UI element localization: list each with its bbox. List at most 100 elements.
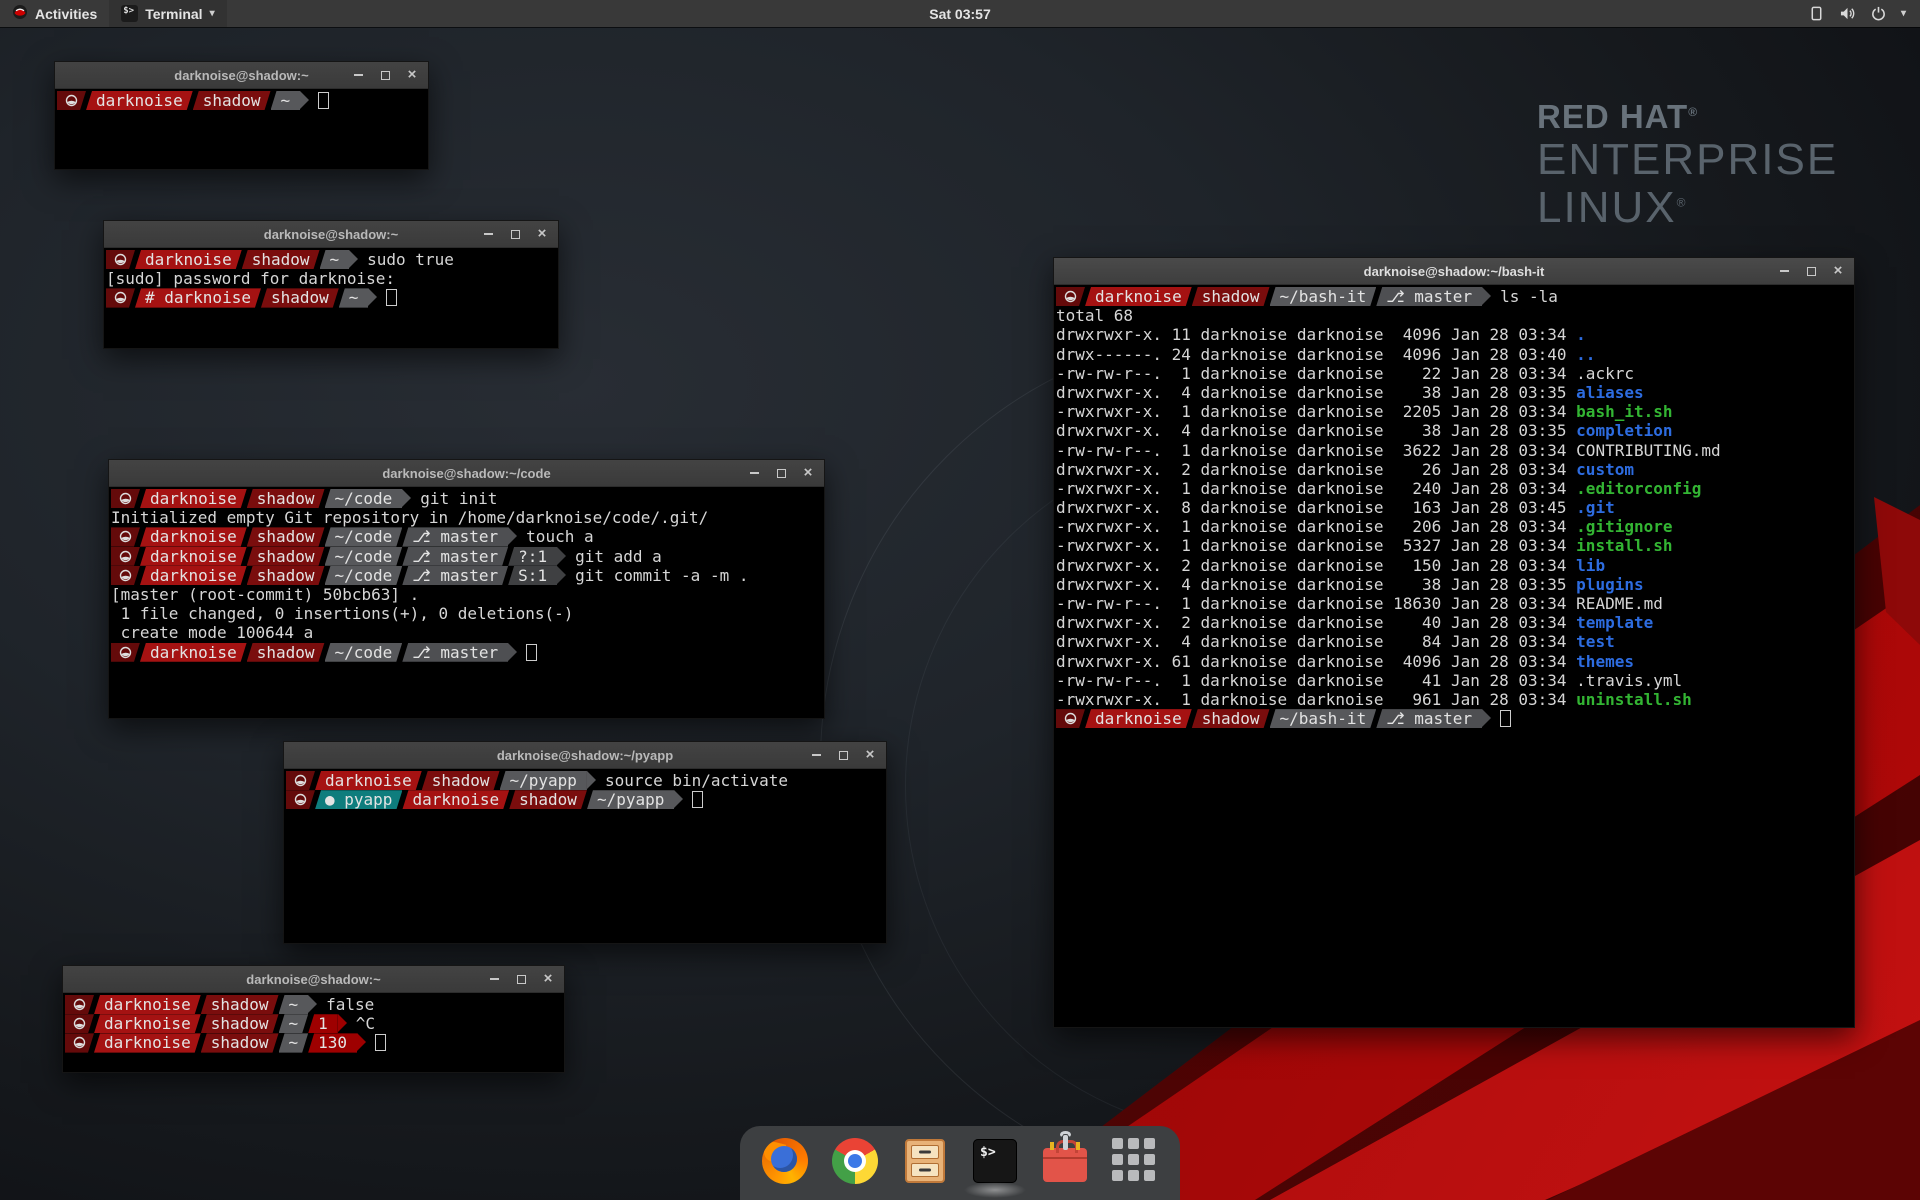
file-name: plugins — [1576, 575, 1643, 594]
minimize-button[interactable] — [352, 69, 364, 81]
minimize-button[interactable] — [488, 973, 500, 985]
clock[interactable]: Sat 03:57 — [929, 6, 990, 22]
prompt-git-branch-segment: ⎇ master — [402, 527, 508, 546]
terminal-prompt-line: darknoiseshadow~ — [57, 91, 426, 110]
prompt-user-segment: darknoise — [140, 527, 247, 546]
app-menu-terminal[interactable]: $> Terminal ▾ — [109, 0, 226, 27]
dock-item-terminal[interactable]: $> — [972, 1138, 1018, 1184]
prompt-host-segment: shadow — [261, 288, 339, 307]
close-button[interactable]: × — [802, 467, 814, 479]
prompt-host-segment: shadow — [201, 1033, 279, 1052]
file-name: .ackrc — [1576, 364, 1634, 383]
window-titlebar[interactable]: darknoise@shadow:~× — [104, 221, 558, 248]
prompt-user-segment: darknoise — [94, 995, 201, 1014]
activities-button[interactable]: Activities — [0, 0, 109, 27]
maximize-button[interactable] — [1805, 265, 1817, 277]
terminal-content[interactable]: darknoiseshadow~/bash-it⎇ masterls -lato… — [1054, 285, 1854, 728]
dock-item-files[interactable] — [902, 1138, 948, 1184]
file-meta: -rwxrwxr-x. 1 darknoise darknoise 2205 J… — [1056, 402, 1576, 421]
prompt-git-branch-segment: ⎇ master — [1376, 709, 1482, 728]
close-button[interactable]: × — [864, 749, 876, 761]
prompt-distro-icon — [111, 643, 140, 662]
power-icon — [1871, 6, 1886, 21]
terminal-prompt-line: darknoiseshadow~/code⎇ master?:1git add … — [111, 547, 822, 566]
window-titlebar[interactable]: darknoise@shadow:~× — [55, 62, 428, 89]
close-button[interactable]: × — [536, 228, 548, 240]
close-button[interactable]: × — [1832, 265, 1844, 277]
window-titlebar[interactable]: darknoise@shadow:~/pyapp× — [284, 742, 886, 769]
dock-item-firefox[interactable] — [762, 1138, 808, 1184]
terminal-content[interactable]: darknoiseshadow~ — [55, 89, 428, 110]
command-text: ls -la — [1500, 287, 1558, 306]
file-list-row: drwxrwxr-x. 2 darknoise darknoise 26 Jan… — [1056, 460, 1852, 479]
prompt-distro-icon — [1056, 709, 1085, 728]
command-text: sudo true — [367, 250, 454, 269]
dock-item-app-grid[interactable] — [1112, 1138, 1158, 1184]
maximize-button[interactable] — [837, 749, 849, 761]
window-titlebar[interactable]: darknoise@shadow:~× — [63, 966, 564, 993]
prompt-distro-icon — [111, 489, 140, 508]
terminal-content[interactable]: darknoiseshadow~/pyappsource bin/activat… — [284, 769, 886, 809]
terminal-output-line: [master (root-commit) 50bcb63] . — [111, 585, 822, 604]
terminal-window: darknoise@shadow:~×darknoiseshadow~false… — [62, 965, 565, 1073]
file-list-row: drwxrwxr-x. 4 darknoise darknoise 84 Jan… — [1056, 632, 1852, 651]
minimize-button[interactable] — [810, 749, 822, 761]
terminal-prompt-line: # darknoiseshadow~ — [106, 288, 556, 307]
prompt-path-segment: ~/code — [325, 527, 403, 546]
prompt-venv-segment: ● pyapp — [315, 790, 402, 809]
window-titlebar[interactable]: darknoise@shadow:~/code× — [109, 460, 824, 487]
close-button[interactable]: × — [542, 973, 554, 985]
maximize-button[interactable] — [515, 973, 527, 985]
file-name: .travis.yml — [1576, 671, 1682, 690]
prompt-arrow — [308, 995, 317, 1013]
window-controls: × — [810, 742, 876, 768]
file-name: test — [1576, 632, 1615, 651]
prompt-distro-icon — [286, 790, 315, 809]
file-list-row: -rwxrwxr-x. 1 darknoise darknoise 2205 J… — [1056, 402, 1852, 421]
terminal-content[interactable]: darknoiseshadow~falsedarknoiseshadow~1^C… — [63, 993, 564, 1053]
prompt-git-branch-segment: ⎇ master — [402, 547, 508, 566]
file-meta: drwxrwxr-x. 4 darknoise darknoise 38 Jan… — [1056, 383, 1576, 402]
prompt-user-segment: darknoise — [140, 566, 247, 585]
terminal-window: darknoise@shadow:~× darknoiseshadow~ — [54, 61, 429, 170]
prompt-host-segment: shadow — [247, 547, 325, 566]
minimize-button[interactable] — [748, 467, 760, 479]
file-meta: drwxrwxr-x. 4 darknoise darknoise 84 Jan… — [1056, 632, 1576, 651]
prompt-path-segment: ~ — [339, 288, 369, 307]
file-meta: drwxrwxr-x. 61 darknoise darknoise 4096 … — [1056, 652, 1576, 671]
minimize-button[interactable] — [1778, 265, 1790, 277]
prompt-arrow — [368, 288, 377, 306]
prompt-user-segment: darknoise — [1085, 287, 1192, 306]
close-button[interactable]: × — [406, 69, 418, 81]
system-status-area[interactable]: ▾ — [1795, 0, 1920, 27]
prompt-user-segment: darknoise — [140, 489, 247, 508]
dock-item-chrome[interactable] — [832, 1138, 878, 1184]
prompt-git-branch-segment: ⎇ master — [402, 566, 508, 585]
file-list-row: -rwxrwxr-x. 1 darknoise darknoise 206 Ja… — [1056, 517, 1852, 536]
terminal-icon: $> — [972, 1139, 1018, 1185]
window-controls: × — [1778, 258, 1844, 284]
minimize-button[interactable] — [482, 228, 494, 240]
file-list-row: -rwxrwxr-x. 1 darknoise darknoise 5327 J… — [1056, 536, 1852, 555]
file-meta: -rwxrwxr-x. 1 darknoise darknoise 240 Ja… — [1056, 479, 1576, 498]
window-controls: × — [352, 62, 418, 88]
file-list-row: drwxrwxr-x. 2 darknoise darknoise 40 Jan… — [1056, 613, 1852, 632]
maximize-button[interactable] — [379, 69, 391, 81]
prompt-distro-icon — [65, 995, 94, 1014]
maximize-button[interactable] — [775, 467, 787, 479]
command-text: git commit -a -m . — [575, 566, 748, 585]
terminal-content[interactable]: darknoiseshadow~sudo true[sudo] password… — [104, 248, 558, 308]
terminal-content[interactable]: darknoiseshadow~/codegit initInitialized… — [109, 487, 824, 662]
file-meta: -rw-rw-r--. 1 darknoise darknoise 41 Jan… — [1056, 671, 1576, 690]
file-meta: -rw-rw-r--. 1 darknoise darknoise 18630 … — [1056, 594, 1576, 613]
dock-item-toolbox[interactable] — [1042, 1138, 1088, 1184]
prompt-arrow — [300, 91, 309, 109]
window-titlebar[interactable]: darknoise@shadow:~/bash-it× — [1054, 258, 1854, 285]
maximize-button[interactable] — [509, 228, 521, 240]
file-name: CONTRIBUTING.md — [1576, 441, 1721, 460]
prompt-path-segment: ~/code — [325, 566, 403, 585]
prompt-user-segment: darknoise — [140, 643, 247, 662]
volume-icon — [1839, 6, 1856, 21]
terminal-prompt-line: darknoiseshadow~/code⎇ master — [111, 643, 822, 662]
file-name: template — [1576, 613, 1653, 632]
